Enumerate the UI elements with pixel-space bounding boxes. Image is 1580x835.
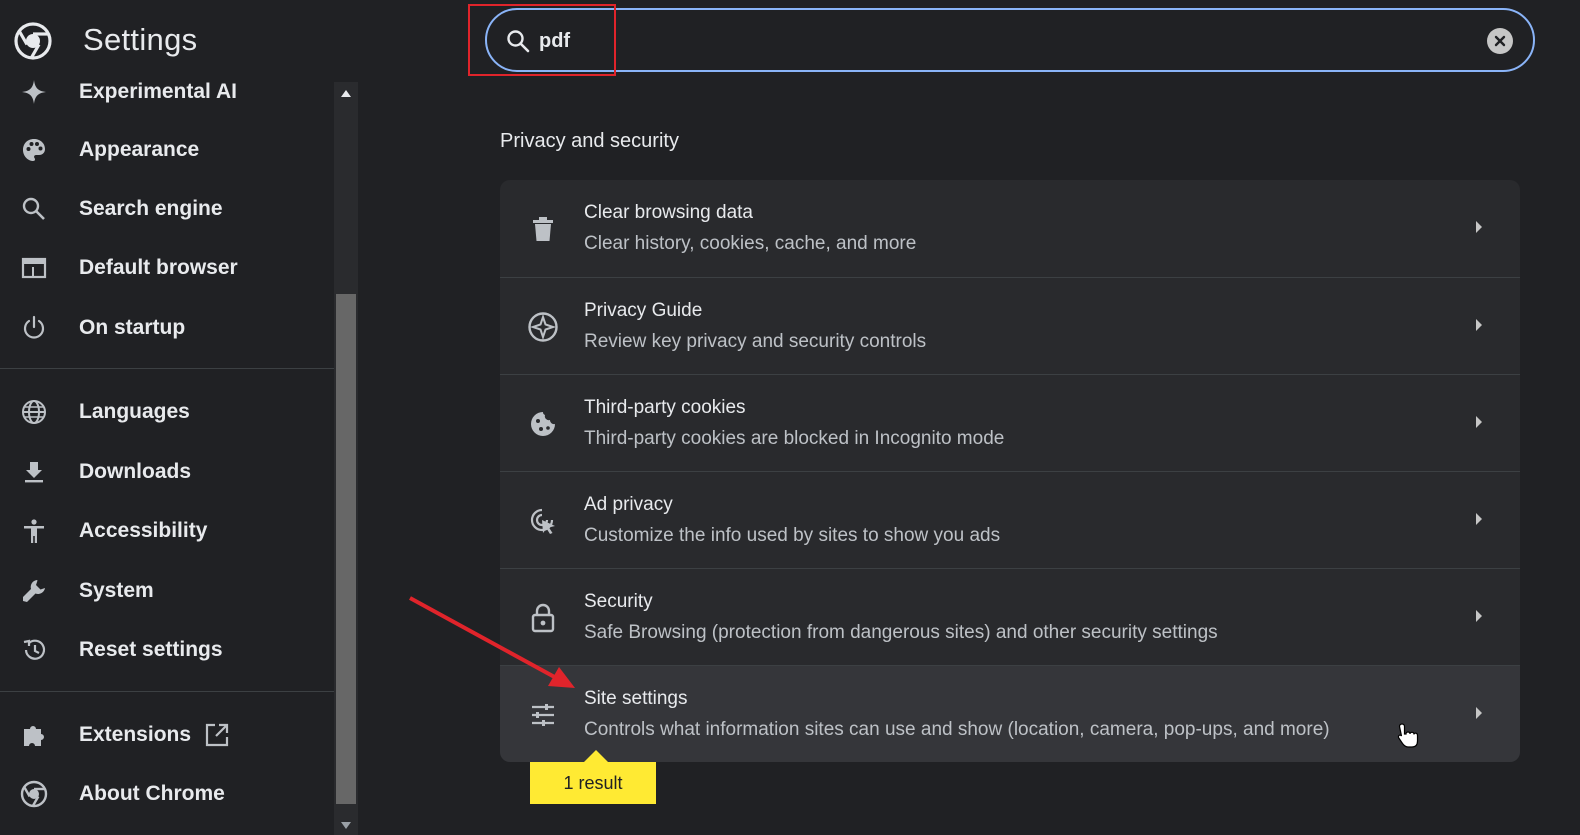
wrench-icon <box>20 577 48 605</box>
sidebar-item-system[interactable]: System <box>0 567 334 615</box>
clear-search-button[interactable] <box>1487 28 1513 54</box>
sparkle-icon <box>20 78 48 106</box>
sidebar-divider <box>0 691 334 692</box>
row-site-settings[interactable]: Site settings Controls what information … <box>500 665 1520 762</box>
sidebar-item-default-browser[interactable]: Default browser <box>0 244 334 292</box>
compass-icon <box>526 310 560 344</box>
chevron-right-icon <box>1476 416 1482 428</box>
sidebar-item-label: Search engine <box>79 197 223 220</box>
sidebar: Experimental AI Appearance Search engine… <box>0 78 334 835</box>
history-icon <box>20 636 48 664</box>
sidebar-item-label: About Chrome <box>79 782 225 805</box>
annotation-highlight-box <box>468 4 616 76</box>
row-title: Third-party cookies <box>584 397 746 418</box>
accessibility-icon <box>20 517 48 545</box>
chevron-right-icon <box>1476 513 1482 525</box>
privacy-settings-card: Clear browsing data Clear history, cooki… <box>500 180 1520 762</box>
sidebar-scrollbar[interactable] <box>334 82 358 835</box>
scroll-down-arrow-icon[interactable] <box>341 822 351 829</box>
sidebar-item-extensions[interactable]: Extensions <box>0 711 334 759</box>
row-title: Site settings <box>584 688 688 709</box>
open-in-new-icon <box>204 722 230 753</box>
sidebar-item-experimental-ai[interactable]: Experimental AI <box>0 78 334 116</box>
sidebar-item-label: Languages <box>79 400 190 423</box>
row-subtitle: Customize the info used by sites to show… <box>584 525 1001 546</box>
palette-icon <box>20 136 48 164</box>
sidebar-item-label: System <box>79 579 154 602</box>
row-security[interactable]: Security Safe Browsing (protection from … <box>500 568 1520 665</box>
sliders-icon <box>526 698 560 732</box>
row-subtitle: Third-party cookies are blocked in Incog… <box>584 428 1005 449</box>
sidebar-item-label: Extensions <box>79 723 192 746</box>
row-subtitle: Clear history, cookies, cache, and more <box>584 233 917 254</box>
row-privacy-guide[interactable]: Privacy Guide Review key privacy and sec… <box>500 277 1520 374</box>
row-title: Privacy Guide <box>584 300 703 321</box>
sidebar-item-about-chrome[interactable]: About Chrome <box>0 770 334 818</box>
sidebar-item-search-engine[interactable]: Search engine <box>0 185 334 233</box>
section-title: Privacy and security <box>500 130 679 152</box>
sidebar-item-label: Accessibility <box>79 519 208 542</box>
scrollbar-thumb[interactable] <box>336 294 356 804</box>
sidebar-item-label: On startup <box>79 316 186 339</box>
row-ad-privacy[interactable]: Ad privacy Customize the info used by si… <box>500 471 1520 568</box>
sidebar-item-languages[interactable]: Languages <box>0 388 334 436</box>
sidebar-item-accessibility[interactable]: Accessibility <box>0 507 334 555</box>
cookie-icon <box>526 407 560 441</box>
row-title: Clear browsing data <box>584 202 753 223</box>
chevron-right-icon <box>1476 707 1482 719</box>
result-bubble-pointer <box>584 750 608 762</box>
scroll-up-arrow-icon[interactable] <box>341 90 351 97</box>
sidebar-item-label: Appearance <box>79 138 200 161</box>
lock-icon <box>526 601 560 635</box>
close-icon <box>1494 35 1506 47</box>
sidebar-item-on-startup[interactable]: On startup <box>0 304 334 352</box>
row-third-party-cookies[interactable]: Third-party cookies Third-party cookies … <box>500 374 1520 471</box>
sidebar-divider <box>0 368 334 369</box>
chrome-logo-icon <box>14 22 52 60</box>
row-subtitle: Controls what information sites can use … <box>584 719 1330 740</box>
puzzle-icon <box>20 721 48 749</box>
sidebar-item-reset-settings[interactable]: Reset settings <box>0 626 334 674</box>
chevron-right-icon <box>1476 610 1482 622</box>
search-input[interactable] <box>539 24 1419 58</box>
row-clear-browsing-data[interactable]: Clear browsing data Clear history, cooki… <box>500 180 1520 277</box>
row-subtitle: Safe Browsing (protection from dangerous… <box>584 622 1218 643</box>
search-box[interactable] <box>485 8 1535 72</box>
row-title: Ad privacy <box>584 494 673 515</box>
chrome-icon <box>20 780 48 808</box>
sidebar-item-downloads[interactable]: Downloads <box>0 448 334 496</box>
globe-icon <box>20 398 48 426</box>
sidebar-item-label: Default browser <box>79 256 238 279</box>
browser-window-icon <box>20 254 48 282</box>
sidebar-item-appearance[interactable]: Appearance <box>0 126 334 174</box>
search-result-bubble: 1 result <box>530 762 656 804</box>
download-icon <box>20 458 48 486</box>
page-title: Settings <box>83 22 198 57</box>
search-icon <box>20 195 48 223</box>
row-subtitle: Review key privacy and security controls <box>584 331 927 352</box>
row-title: Security <box>584 591 653 612</box>
power-icon <box>20 314 48 342</box>
sidebar-item-label: Experimental AI <box>79 80 237 103</box>
chevron-right-icon <box>1476 221 1482 233</box>
sidebar-item-label: Downloads <box>79 460 192 483</box>
sidebar-item-label: Reset settings <box>79 638 223 661</box>
trash-icon <box>526 212 560 246</box>
ad-privacy-icon <box>526 504 560 538</box>
chevron-right-icon <box>1476 319 1482 331</box>
